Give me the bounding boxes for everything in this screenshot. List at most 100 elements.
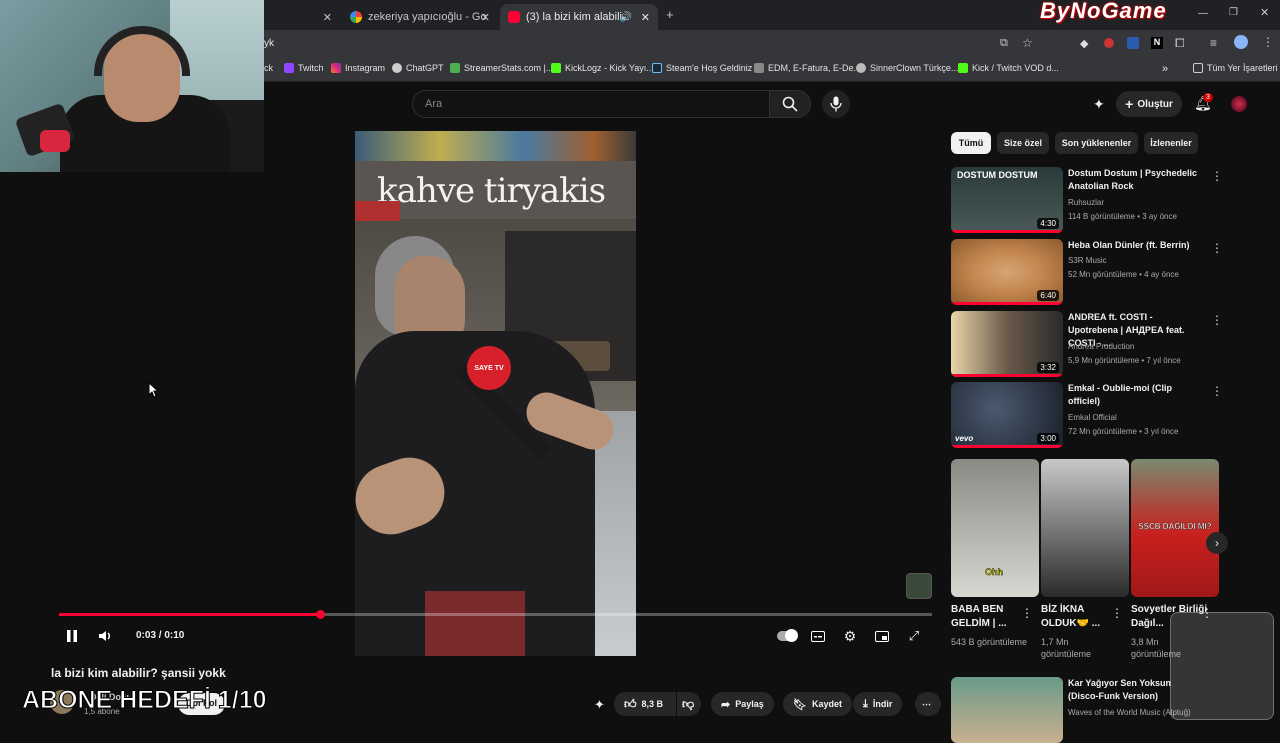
bookmark-item[interactable]: ChatGPT: [392, 63, 444, 73]
progress-handle[interactable]: [316, 610, 326, 619]
settings-gear-icon[interactable]: ⚙: [841, 628, 859, 644]
notification-badge: 3: [1203, 93, 1213, 102]
recommendation-item[interactable]: DOSTUM DOSTUM 4:30 Dostum Dostum | Psych…: [951, 167, 1223, 233]
chevron-right-icon[interactable]: ›: [1206, 532, 1228, 554]
extension-icon[interactable]: [1104, 38, 1114, 48]
fullscreen-icon[interactable]: ⤢: [905, 628, 923, 644]
media-icon[interactable]: ≡: [1210, 36, 1217, 50]
close-window-icon[interactable]: ✕: [1260, 6, 1269, 19]
volume-button[interactable]: [97, 628, 115, 644]
glass-overlay: [1170, 612, 1274, 720]
extension-icon[interactable]: [1127, 37, 1139, 49]
save-button[interactable]: 🔖︎ Kaydet: [783, 692, 852, 716]
bookmark-item[interactable]: ck: [264, 63, 273, 73]
video-title[interactable]: Heba Olan Dünler (ft. Berrin): [1068, 239, 1198, 252]
video-player[interactable]: kahve tiryakis SAYE TV: [355, 131, 636, 656]
star-icon[interactable]: ☆: [1022, 36, 1033, 50]
instagram-icon: [331, 63, 341, 73]
dislike-button[interactable]: 👎︎: [677, 692, 701, 716]
more-icon[interactable]: ⋮: [1211, 384, 1223, 398]
search-button[interactable]: [769, 90, 811, 118]
channel-name[interactable]: Emkal Official: [1068, 413, 1117, 422]
cast-icon[interactable]: ⧉: [1000, 37, 1008, 50]
channel-watermark[interactable]: [906, 573, 932, 599]
video-meta: 5,9 Mn görüntüleme • 7 yıl önce: [1068, 356, 1181, 365]
video-title[interactable]: Dostum Dostum | Psychedelic Anatolian Ro…: [1068, 167, 1198, 193]
short-thumbnail[interactable]: Ohh: [951, 459, 1039, 597]
bookmark-item[interactable]: Steam'e Hoş Geldiniz: [652, 63, 752, 73]
clip-icon[interactable]: ✦: [594, 697, 605, 713]
bookmark-item[interactable]: StreamerStats.com |...: [450, 63, 553, 73]
more-actions-button[interactable]: ⋯: [915, 692, 941, 716]
channel-name[interactable]: Ruhsuzlar: [1068, 198, 1104, 207]
bookmark-item[interactable]: Instagram: [331, 63, 385, 73]
bookmark-item[interactable]: EDM, E-Fatura, E-De...: [754, 63, 861, 73]
miniplayer-button[interactable]: [873, 628, 891, 644]
short-thumbnail[interactable]: [1041, 459, 1129, 597]
short-views: 543 B görüntüleme: [951, 637, 1028, 647]
maximize-icon[interactable]: ❐: [1229, 7, 1238, 18]
menu-icon[interactable]: ⋮: [1262, 35, 1274, 49]
chip-recent[interactable]: Son yüklenenler: [1055, 132, 1138, 154]
more-icon[interactable]: ⋮: [1021, 606, 1033, 620]
webcam-overlay: [0, 0, 264, 172]
short-title[interactable]: BABA BEN GELDİM | ...: [951, 603, 1031, 631]
speaker-icon[interactable]: 🔊: [620, 12, 632, 23]
tab-youtube[interactable]: (3) la bizi kim alabilir? şansi 🔊 ✕: [500, 4, 658, 30]
voice-search-button[interactable]: [822, 90, 850, 118]
recommendation-item[interactable]: vevo 3:00 Emkal - Oublie-moi (Clip offic…: [951, 382, 1223, 448]
download-button[interactable]: ⤓ İndir: [853, 692, 903, 716]
video-thumbnail[interactable]: 6:40: [951, 239, 1063, 305]
progress-track[interactable]: [59, 613, 932, 616]
share-button[interactable]: ➦ Paylaş: [711, 692, 774, 716]
share-icon: ➦: [721, 698, 731, 711]
bookmark-item[interactable]: Kick / Twitch VOD d...: [958, 63, 1059, 73]
search-input[interactable]: Ara: [412, 90, 770, 118]
short-thumbnail[interactable]: SSCB DAĞILDI MI?: [1131, 459, 1219, 597]
autoplay-toggle[interactable]: [776, 628, 798, 644]
more-icon[interactable]: ⋮: [1211, 241, 1223, 255]
steam-icon: [652, 63, 662, 73]
profile-avatar[interactable]: [1234, 35, 1248, 49]
chip-for-you[interactable]: Size özel: [997, 132, 1049, 154]
like-button[interactable]: 👍︎ 8,3 B: [614, 692, 676, 716]
tab-1[interactable]: ✕: [264, 4, 340, 30]
notion-icon[interactable]: N: [1151, 37, 1163, 49]
puzzle-icon[interactable]: ⧠: [1175, 36, 1185, 51]
bookmark-item[interactable]: SinnerClown Türkçe...: [856, 63, 958, 73]
chip-watched[interactable]: İzlenenler: [1144, 132, 1198, 154]
time-display: 0:03 / 0:10: [136, 630, 185, 641]
more-icon[interactable]: ⋮: [1211, 313, 1223, 327]
close-icon[interactable]: ✕: [481, 11, 490, 24]
chip-all[interactable]: Tümü: [951, 132, 991, 154]
shop-sign-text: kahve tiryakis: [377, 171, 606, 211]
video-thumbnail[interactable]: [951, 677, 1063, 743]
channel-name[interactable]: Andrea Production: [1068, 342, 1134, 351]
video-thumbnail[interactable]: 3:32: [951, 311, 1063, 377]
create-button[interactable]: + Oluştur: [1116, 91, 1182, 117]
video-title[interactable]: Emkal - Oublie-moi (Clip officiel): [1068, 382, 1198, 408]
bookmark-item[interactable]: Twitch: [284, 63, 324, 73]
recommendation-item[interactable]: 3:32 ANDREA ft. COSTI - Upotrebena | АНД…: [951, 311, 1223, 377]
minimize-icon[interactable]: —: [1198, 8, 1208, 19]
tab-google[interactable]: zekeriya yapıcıoğlu - Google'da ✕: [342, 4, 498, 30]
bookmark-item[interactable]: KickLogz - Kick Yayı...: [551, 63, 654, 73]
pause-button[interactable]: [63, 628, 81, 644]
extension-icon[interactable]: ◆: [1080, 37, 1088, 50]
more-bookmarks-icon[interactable]: »: [1162, 63, 1168, 75]
subtitles-button[interactable]: [809, 628, 827, 644]
close-icon[interactable]: ✕: [641, 11, 650, 24]
stream-icon[interactable]: ✦: [1093, 96, 1105, 113]
avatar[interactable]: [1231, 96, 1247, 112]
new-tab-icon[interactable]: +: [666, 7, 674, 22]
all-bookmarks-folder[interactable]: Tüm Yer İşaretleri: [1193, 63, 1278, 73]
short-title[interactable]: BİZ İKNA OLDUK🤝 ...: [1041, 603, 1121, 631]
recommendation-item[interactable]: 6:40 Heba Olan Dünler (ft. Berrin) S3R M…: [951, 239, 1223, 305]
channel-name[interactable]: S3R Music: [1068, 256, 1107, 265]
close-icon[interactable]: ✕: [323, 11, 332, 24]
video-thumbnail[interactable]: DOSTUM DOSTUM 4:30: [951, 167, 1063, 233]
video-meta: 52 Mn görüntüleme • 4 ay önce: [1068, 270, 1179, 279]
more-icon[interactable]: ⋮: [1211, 169, 1223, 183]
video-thumbnail[interactable]: vevo 3:00: [951, 382, 1063, 448]
more-icon[interactable]: ⋮: [1111, 606, 1123, 620]
